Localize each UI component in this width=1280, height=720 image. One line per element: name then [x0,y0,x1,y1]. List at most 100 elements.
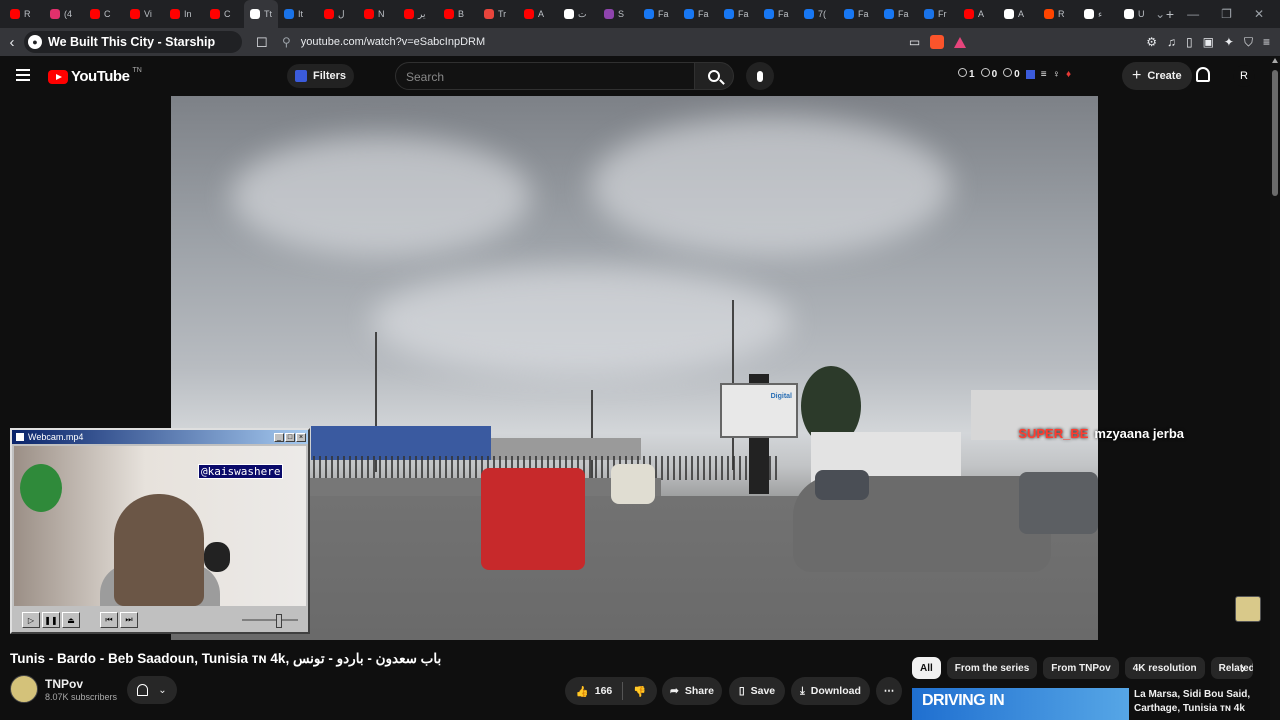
browser-tab[interactable]: (4 [44,0,84,28]
chip-4k[interactable]: 4K resolution [1124,657,1205,679]
browser-tab[interactable]: S [598,0,638,28]
browser-tab[interactable]: 7( [798,0,838,28]
save-button[interactable]: ▯ Save [729,677,785,705]
next-icon[interactable]: ⏭ [120,612,138,628]
download-button[interactable]: ⤓ Download [791,677,870,705]
account-avatar[interactable]: R [1233,65,1255,87]
channel-avatar[interactable] [10,675,38,703]
browser-tab[interactable]: Fa [758,0,798,28]
webcam-titlebar[interactable]: Webcam.mp4 _ □ × [12,430,308,444]
play-icon[interactable]: ▷ [22,612,40,628]
brave-rewards-icon[interactable] [954,36,967,48]
close-icon[interactable]: × [296,432,306,442]
browser-tab[interactable]: U [1118,0,1158,28]
more-actions-button[interactable]: ⋯ [876,677,902,705]
browser-tab[interactable]: Fa [638,0,678,28]
create-button[interactable]: + Create [1122,62,1192,90]
list-icon[interactable]: ≡ [1041,69,1047,80]
person-icon[interactable]: ♀ [1053,69,1061,80]
browser-tab[interactable]: N [358,0,398,28]
chip-all[interactable]: All [912,657,941,679]
browser-tab[interactable]: Vi [124,0,164,28]
browser-tab[interactable]: ير [398,0,438,28]
guide-menu-icon[interactable] [16,69,30,81]
chip-from-channel[interactable]: From TNPov [1043,657,1119,679]
tab-favicon-icon [130,9,140,19]
youtube-logo[interactable]: YouTube TN [48,67,142,85]
recommended-title[interactable]: La Marsa, Sidi Bou Said, Carthage, Tunis… [1134,688,1264,716]
vpn-icon[interactable]: ⛉ [1244,35,1253,50]
wallet-icon[interactable]: ▣ [1203,35,1214,49]
browser-tab[interactable]: R [4,0,44,28]
bell-icon [137,684,149,696]
chevron-right-icon[interactable]: › [1234,660,1252,678]
tab-favicon-icon [524,9,534,19]
browser-tab[interactable]: Fa [838,0,878,28]
scrollbar-thumb[interactable] [1272,70,1278,196]
scroll-up-icon[interactable] [1272,58,1278,63]
browser-tab[interactable]: ت [558,0,598,28]
chip-from-series[interactable]: From the series [946,657,1038,679]
browser-tab[interactable]: It [278,0,318,28]
bookmark-icon[interactable]: ☐ [256,35,270,50]
channel-name[interactable]: TNPov [45,677,83,691]
minimize-icon[interactable]: _ [274,432,284,442]
browser-tab[interactable]: Tr [478,0,518,28]
address-bar[interactable]: youtube.com/watch?v=eSabcInpDRM [301,36,485,48]
eject-icon[interactable]: ⏏ [62,612,80,628]
share-button[interactable]: ➦ Share [662,677,722,705]
browser-tab[interactable]: R [1038,0,1078,28]
back-button[interactable]: ‹ [0,34,24,51]
sidebar-icon[interactable]: ▯ [1186,35,1193,49]
volume-slider[interactable] [242,614,298,628]
browser-tab[interactable]: Tt✕ [244,0,278,28]
minimize-button[interactable]: — [1187,7,1199,21]
tab-search-icon[interactable]: ⌄ [1155,7,1165,21]
download-icon: ⤓ [800,684,805,697]
filters-button[interactable]: Filters [287,64,355,88]
notifications-icon[interactable] [1196,67,1210,82]
like-count[interactable]: 166 [595,685,613,697]
page-scrollbar[interactable] [1270,56,1280,720]
webcam-window[interactable]: Webcam.mp4 _ □ × @kaiswashere ▷ ❚❚ ⏏ ⏮ ⏭ [10,428,310,634]
media-icon[interactable]: ♫ [1167,35,1176,49]
browser-tab[interactable]: Fa [678,0,718,28]
dislike-icon[interactable]: 👎 [633,685,646,698]
search-input[interactable]: Search [395,62,695,90]
site-settings-icon[interactable]: ⚲ [282,35,291,49]
warehouse [311,426,491,460]
browser-tab[interactable]: ل [318,0,358,28]
like-icon[interactable]: 👍 [576,685,589,698]
browser-tab[interactable]: ء [1078,0,1118,28]
maximize-icon[interactable]: □ [285,432,295,442]
browser-tab[interactable]: C [204,0,244,28]
page-title-pill[interactable]: ● We Built This City - Starship [24,31,242,53]
voice-search-button[interactable] [746,62,774,90]
browser-tab[interactable]: A [958,0,998,28]
search-button[interactable] [694,62,734,90]
webcam-controls: ▷ ❚❚ ⏏ ⏮ ⏭ [14,610,306,630]
browser-tab[interactable]: Fa [718,0,758,28]
browser-tab[interactable]: B [438,0,478,28]
browser-tab[interactable]: Fr [918,0,958,28]
notify-extension-icon[interactable]: ♦ [1066,69,1071,80]
maximize-button[interactable]: ❐ [1221,7,1232,21]
browser-tab[interactable]: A [998,0,1038,28]
extensions-icon[interactable]: ⚙ [1146,35,1157,49]
pause-icon[interactable]: ❚❚ [42,612,60,628]
previous-icon[interactable]: ⏮ [100,612,118,628]
browser-tab[interactable]: C [84,0,124,28]
cast-icon[interactable]: ▭ [909,35,920,49]
recommended-thumbnail[interactable]: DRIVING IN [912,688,1129,720]
browser-tab[interactable]: In [164,0,204,28]
leo-ai-icon[interactable]: ✦ [1224,35,1234,49]
browser-tab[interactable]: Fa [878,0,918,28]
channel-watermark[interactable] [1235,596,1261,622]
extension-icon[interactable] [1025,69,1035,79]
menu-icon[interactable]: ≡ [1263,35,1270,49]
browser-tab[interactable]: A [518,0,558,28]
subscription-bell-button[interactable]: ⌄ [127,676,177,704]
video-player[interactable]: Digital [171,96,1098,640]
brave-shields-icon[interactable] [930,35,945,49]
close-window-button[interactable]: ✕ [1254,7,1264,21]
